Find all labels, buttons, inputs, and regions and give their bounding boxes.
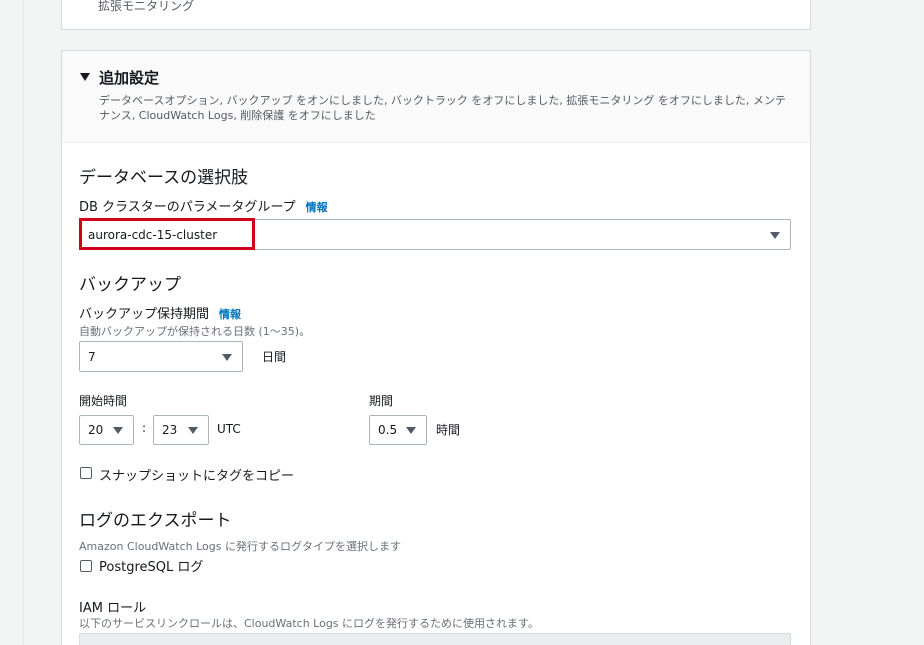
duration-select[interactable]: 0.5 <box>369 415 427 445</box>
start-hour-select[interactable]: 20 <box>79 415 134 445</box>
chevron-down-icon <box>222 353 232 361</box>
param-group-value: aurora-cdc-15-cluster <box>88 227 218 242</box>
chevron-down-icon <box>406 427 416 434</box>
additional-config-description: データベースオプション, バックアップ をオンにしました, バックトラック をオ… <box>99 94 786 122</box>
iam-role-label: IAM ロール <box>79 601 147 616</box>
iam-role-field <box>79 633 791 645</box>
additional-config-title[interactable]: 追加設定 <box>99 67 159 88</box>
duration-label: 期間 <box>369 394 394 408</box>
retention-label-row: バックアップ保持期間 情報 <box>79 303 241 322</box>
copy-tags-label[interactable]: スナップショットにタグをコピー <box>99 465 294 484</box>
start-hour-value: 20 <box>88 423 104 437</box>
start-time-label: 開始時間 <box>79 394 128 408</box>
timezone-label: UTC <box>217 422 241 436</box>
previous-panel: 拡張モニタリング <box>61 0 811 30</box>
chevron-down-icon <box>770 231 780 239</box>
param-group-label: DB クラスターのパラメータグループ <box>79 200 296 215</box>
iam-role-hint: 以下のサービスリンクロールは、CloudWatch Logs にログを発行するた… <box>79 617 539 630</box>
start-minute-value: 23 <box>162 423 178 437</box>
chevron-down-icon <box>188 427 198 434</box>
param-group-select[interactable]: aurora-cdc-15-cluster <box>79 219 791 250</box>
postgresql-log-label[interactable]: PostgreSQL ログ <box>99 556 203 575</box>
left-gutter <box>0 0 24 645</box>
log-export-title: ログのエクスポート <box>79 511 232 531</box>
log-export-hint: Amazon CloudWatch Logs に発行するログタイプを選択します <box>79 540 401 553</box>
additional-config-header[interactable]: 追加設定 データベースオプション, バックアップ をオンにしました, バックトラ… <box>62 51 810 143</box>
retention-info-link[interactable]: 情報 <box>219 308 241 321</box>
duration-unit: 時間 <box>436 423 461 437</box>
param-group-info-link[interactable]: 情報 <box>306 201 328 214</box>
postgresql-log-checkbox[interactable] <box>80 560 92 572</box>
copy-tags-checkbox[interactable] <box>80 467 92 479</box>
retention-value: 7 <box>88 349 96 364</box>
retention-hint: 自動バックアップが保持される日数 (1〜35)。 <box>79 325 311 338</box>
param-group-label-row: DB クラスターのパラメータグループ 情報 <box>79 196 328 215</box>
retention-label: バックアップ保持期間 <box>79 307 210 322</box>
caret-down-icon[interactable] <box>80 73 90 81</box>
chevron-down-icon <box>113 427 123 434</box>
backup-title: バックアップ <box>79 275 181 295</box>
db-options-title: データベースの選択肢 <box>79 168 249 188</box>
previous-panel-text: 拡張モニタリング <box>98 0 195 13</box>
duration-value: 0.5 <box>378 423 398 437</box>
start-minute-select[interactable]: 23 <box>153 415 209 445</box>
retention-select[interactable]: 7 <box>79 341 243 372</box>
time-colon: : <box>142 421 147 435</box>
retention-unit: 日間 <box>262 350 287 364</box>
